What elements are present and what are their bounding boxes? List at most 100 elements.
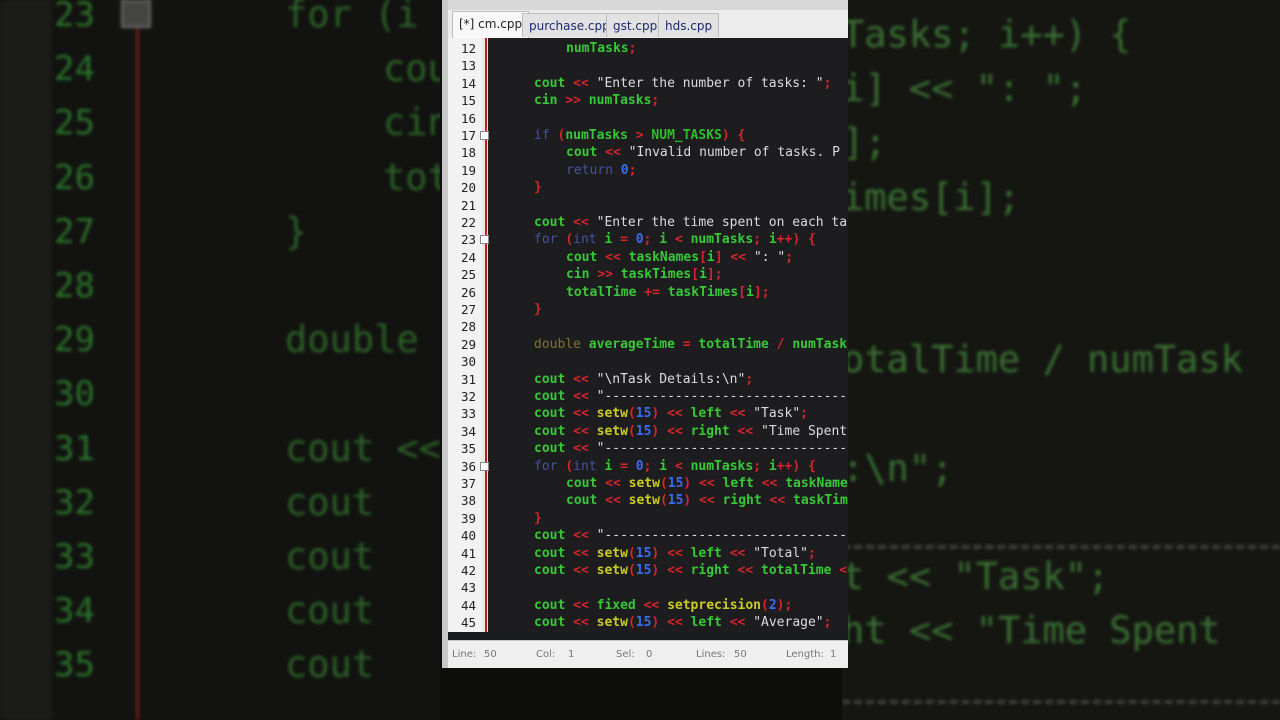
- code-token: cin: [566, 267, 598, 283]
- code-line[interactable]: 44 cout << fixed << setprecision(2);: [448, 597, 848, 615]
- code-line[interactable]: 36 for (int i = 0; i < numTasks; i++) {: [448, 458, 848, 476]
- code-token: =: [620, 458, 636, 474]
- code-line[interactable]: 32 cout << "-----------------------------…: [448, 388, 848, 406]
- code-line[interactable]: 35 cout << "-----------------------------…: [448, 440, 848, 458]
- code-token: fixed: [596, 597, 644, 613]
- code-line[interactable]: 38 cout << setw(15) << right << taskTimes: [448, 492, 848, 510]
- code-line[interactable]: 23 for (int i = 0; i < numTasks; i++) {: [448, 231, 848, 249]
- code-token: <<: [667, 615, 691, 631]
- fold-toggle-icon[interactable]: [480, 131, 489, 140]
- code-token: <<: [839, 563, 848, 578]
- code-token: right: [690, 423, 738, 439]
- status-line-label: Line:: [452, 649, 477, 660]
- code-token: =: [620, 232, 636, 248]
- code-line[interactable]: 31 cout << "\nTask Details:\n";: [448, 371, 848, 389]
- code-token: setw: [628, 476, 660, 491]
- code-line[interactable]: 15 cin >> numTasks;: [448, 92, 848, 110]
- tab-gst-cpp[interactable]: gst.cpp: [606, 13, 665, 37]
- code-line[interactable]: 16: [448, 110, 848, 128]
- code-token: <<: [761, 476, 786, 491]
- code-line[interactable]: 42 cout << setw(15) << right << totalTime…: [448, 562, 848, 580]
- code-token: ): [683, 476, 700, 491]
- code-line[interactable]: 22 cout << "Enter the time spent on each …: [448, 214, 848, 232]
- code-line[interactable]: 21: [448, 197, 848, 215]
- code-token: cout: [566, 493, 606, 509]
- code-line[interactable]: 27}: [448, 301, 848, 319]
- code-token: [: [699, 249, 707, 265]
- code-line[interactable]: 29 double averageTime = totalTime / numTa…: [448, 336, 848, 354]
- code-line[interactable]: 28: [448, 318, 848, 336]
- code-token: ;: [643, 458, 660, 474]
- background-line-number: 25: [54, 103, 95, 144]
- tab-hds-cpp[interactable]: hds.cpp: [658, 13, 720, 37]
- code-token: 15: [635, 545, 652, 561]
- code-line[interactable]: 33 cout << setw(15) << left << "Task";: [448, 405, 848, 423]
- background-code: cou: [383, 47, 440, 91]
- code-token: "Time Spent: [761, 423, 848, 439]
- code-line[interactable]: 40 cout << "-----------------------------…: [448, 527, 848, 545]
- background-line-number: 28: [54, 266, 95, 306]
- code-token: <<: [573, 215, 597, 230]
- code-line[interactable]: 45 cout << setw(15) << left << "Average";: [448, 614, 848, 632]
- code-token: <<: [573, 406, 597, 422]
- code-line[interactable]: 26 totalTime += taskTimes[i];: [448, 284, 848, 302]
- code-token: totalTime: [698, 336, 777, 352]
- code-token: <<: [729, 615, 754, 631]
- fold-toggle-icon[interactable]: [480, 235, 489, 245]
- line-number: 43: [460, 580, 476, 596]
- code-area[interactable]: 12 numTasks; 13 14 cout << "Enter the number…: [448, 38, 848, 632]
- code-token: <<: [573, 615, 597, 631]
- code-token: <<: [737, 423, 762, 439]
- background-code: cout: [285, 480, 375, 524]
- code-token: +=: [644, 284, 668, 300]
- code-token: /: [776, 336, 793, 352]
- code-text: cout << setw(15) << left << taskNames: [566, 475, 848, 493]
- code-line[interactable]: 41 cout << setw(15) << left << "Total";: [448, 545, 848, 563]
- code-line[interactable]: 12 numTasks;: [448, 40, 848, 58]
- code-token: ;: [753, 458, 769, 474]
- background-code: tot: [383, 155, 440, 199]
- code-text: numTasks;: [566, 40, 636, 58]
- code-line[interactable]: 37 cout << setw(15) << left << taskNames: [448, 475, 848, 493]
- fold-toggle-icon[interactable]: [480, 461, 489, 471]
- code-line[interactable]: 19 return 0;: [448, 162, 848, 180]
- code-token: numTasks: [588, 93, 652, 109]
- tab-purchase-cpp[interactable]: purchase.cpp: [522, 13, 617, 37]
- code-token: 15: [667, 493, 684, 509]
- tab-cm-cpp[interactable]: [*] cm.cpp: [452, 11, 530, 38]
- code-token: setw: [596, 615, 628, 631]
- code-line[interactable]: 34 cout << setw(15) << right << "Time Spe…: [448, 423, 848, 441]
- line-number: 19: [460, 162, 476, 178]
- code-line[interactable]: 14 cout << "Enter the number of tasks: ";: [448, 75, 848, 93]
- code-token: cout: [534, 563, 574, 578]
- code-token: <<: [573, 528, 597, 544]
- status-lines-value: 50: [734, 649, 747, 660]
- code-line[interactable]: 25 cin >> taskTimes[i];: [448, 266, 848, 284]
- line-number: 30: [460, 354, 476, 370]
- code-token: ;: [800, 406, 808, 422]
- background-line-number: 24: [54, 49, 95, 90]
- code-text: cout << setw(15) << left << "Task";: [534, 405, 808, 423]
- code-token: cout: [534, 406, 574, 422]
- code-token: <<: [573, 545, 597, 561]
- code-text: cout << "Enter the number of tasks: ";: [534, 75, 831, 93]
- code-token: (: [565, 458, 574, 474]
- code-line[interactable]: 13: [448, 57, 848, 75]
- code-line[interactable]: 30: [448, 353, 848, 371]
- background-gutter: [0, 0, 52, 720]
- status-line-value: 50: [484, 649, 497, 660]
- background-code: otalTime / numTask: [842, 338, 1243, 382]
- code-token: 15: [635, 406, 652, 422]
- code-line[interactable]: 20}: [448, 179, 848, 197]
- code-line[interactable]: 24 cout << taskNames[i] << ": ";: [448, 249, 848, 267]
- code-token: <<: [605, 145, 629, 161]
- code-line[interactable]: 18 cout << "Invalid number of tasks. P: [448, 144, 848, 162]
- code-line[interactable]: 43: [448, 579, 848, 597]
- code-line[interactable]: 17 if (numTasks > NUM_TASKS) {: [448, 127, 848, 145]
- code-token: <<: [573, 371, 597, 387]
- code-line[interactable]: 39}: [448, 510, 848, 528]
- background-code: imes[i];: [842, 175, 1021, 219]
- code-text: cout << "Enter the time spent on each ta: [534, 214, 847, 232]
- code-token: <<: [667, 545, 691, 561]
- code-text: cout << "\nTask Details:\n";: [534, 371, 753, 389]
